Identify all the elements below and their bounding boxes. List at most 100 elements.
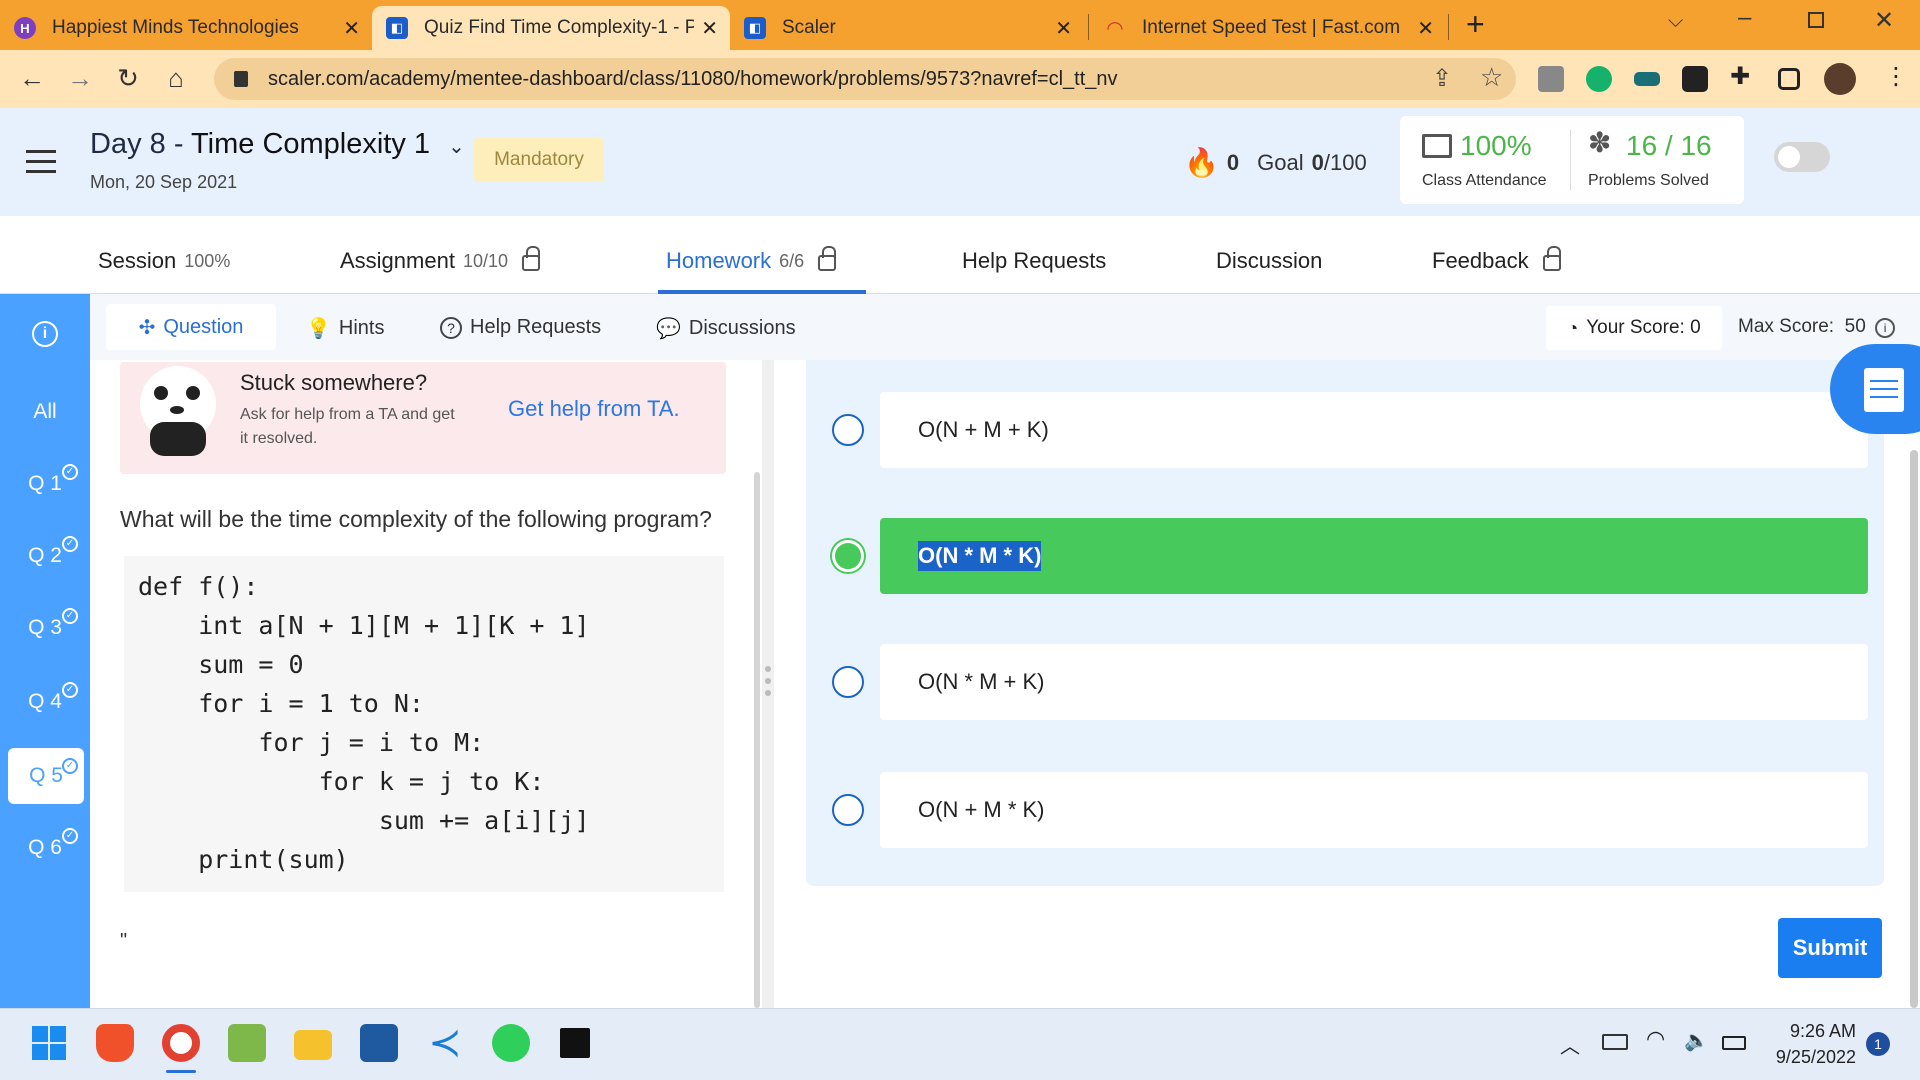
- share-icon[interactable]: ⇪: [1432, 64, 1452, 93]
- question-label: Q 5: [29, 764, 63, 787]
- system-clock[interactable]: 9:26 AM 9/25/2022: [1760, 1018, 1856, 1070]
- chrome-menu-icon[interactable]: ⋮: [1884, 62, 1908, 91]
- option-1[interactable]: O(N + M + K): [880, 392, 1868, 468]
- option-radio[interactable]: [832, 794, 864, 826]
- close-tab-icon[interactable]: ✕: [343, 16, 360, 41]
- chevron-down-icon[interactable]: ⌄: [448, 136, 465, 158]
- vscode-icon[interactable]: ≺: [426, 1023, 464, 1063]
- puzzle-icon: ✣: [138, 316, 156, 339]
- close-tab-icon[interactable]: ✕: [1417, 16, 1434, 41]
- happiest-minds-favicon-icon: H: [14, 17, 36, 39]
- browser-tab-scaler[interactable]: ◧ Scaler ✕: [730, 6, 1084, 50]
- tab-label: Discussion: [1216, 248, 1323, 273]
- panel-resize-handle[interactable]: [762, 360, 774, 1008]
- option-2[interactable]: O(N * M * K): [880, 518, 1868, 594]
- attendance-value: 100%: [1460, 130, 1532, 161]
- option-radio[interactable]: [832, 666, 864, 698]
- grammarly-extension-icon[interactable]: [1586, 66, 1612, 92]
- minimize-icon[interactable]: –: [1738, 4, 1751, 32]
- camera-extension-icon[interactable]: [1538, 66, 1564, 92]
- attendance-icon: [1422, 134, 1452, 158]
- windows-start-icon[interactable]: [30, 1024, 68, 1062]
- browser-tab-happiest-minds[interactable]: H Happiest Minds Technologies ✕: [0, 6, 372, 50]
- wifi-icon[interactable]: ◠: [1646, 1026, 1665, 1052]
- subtab-question[interactable]: ✣ Question: [106, 304, 276, 350]
- omnibox[interactable]: scaler.com/academy/mentee-dashboard/clas…: [214, 58, 1516, 100]
- get-help-link[interactable]: Get help from TA.: [508, 396, 680, 422]
- tab-title: Scaler: [782, 17, 836, 38]
- keyboard-icon[interactable]: [1602, 1034, 1628, 1050]
- restore-icon[interactable]: [1808, 12, 1824, 28]
- window-close-icon[interactable]: ✕: [1874, 6, 1894, 35]
- tab-feedback[interactable]: Feedback: [1432, 246, 1561, 274]
- check-circle-icon: ✓: [62, 682, 78, 698]
- right-scrollbar[interactable]: [1910, 450, 1918, 1008]
- info-icon[interactable]: i: [1875, 318, 1896, 338]
- class-date: Mon, 20 Sep 2021: [90, 172, 238, 192]
- forward-arrow-icon[interactable]: →: [64, 62, 96, 94]
- sidebar-item-q5[interactable]: Q 5 ✓: [8, 748, 84, 804]
- option-radio-selected[interactable]: [832, 540, 864, 572]
- notes-button[interactable]: [1830, 344, 1920, 434]
- tab-search-chevron-icon[interactable]: ⌵: [1668, 10, 1683, 33]
- file-explorer-icon[interactable]: [294, 1030, 332, 1060]
- back-arrow-icon[interactable]: ←: [16, 62, 48, 94]
- option-4[interactable]: O(N + M * K): [880, 772, 1868, 848]
- left-scrollbar[interactable]: [754, 472, 760, 1008]
- subtab-hints[interactable]: 💡 Hints: [306, 316, 384, 341]
- whatsapp-icon[interactable]: [492, 1024, 530, 1062]
- sidebar-item-q6[interactable]: Q 6 ✓: [0, 828, 90, 860]
- submit-button[interactable]: Submit: [1778, 918, 1882, 978]
- code-line: sum = 0: [138, 650, 304, 679]
- tab-homework[interactable]: Homework 6/6: [666, 246, 837, 274]
- tab-assignment[interactable]: Assignment 10/10: [340, 246, 540, 274]
- subtab-help-requests[interactable]: ? Help Requests: [440, 316, 601, 339]
- chevron-up-icon[interactable]: ︿: [1560, 1030, 1580, 1059]
- new-tab-button[interactable]: +: [1466, 6, 1485, 43]
- subtab-discussions[interactable]: 💬 Discussions: [656, 316, 796, 341]
- bookmark-star-icon[interactable]: ☆: [1480, 62, 1503, 93]
- reload-icon[interactable]: ↻: [112, 62, 144, 94]
- browser-tab-fast[interactable]: ◠ Internet Speed Test | Fast.com ✕: [1090, 6, 1446, 50]
- day-title[interactable]: Day 8 - Time Complexity 1 ⌄: [90, 128, 465, 161]
- snipping-tool-icon[interactable]: [360, 1024, 398, 1062]
- tab-separator: [1448, 14, 1449, 40]
- tab-session[interactable]: Session 100%: [98, 248, 230, 274]
- extension-icon[interactable]: [1634, 72, 1660, 86]
- home-icon[interactable]: ⌂: [160, 62, 192, 94]
- theme-toggle[interactable]: [1774, 142, 1830, 172]
- close-tab-icon[interactable]: ✕: [1055, 16, 1072, 41]
- info-button[interactable]: i: [0, 320, 90, 347]
- question-text: What will be the time complexity of the …: [120, 506, 712, 532]
- option-3[interactable]: O(N * M + K): [880, 644, 1868, 720]
- option-radio[interactable]: [832, 414, 864, 446]
- tab-help-requests[interactable]: Help Requests: [962, 248, 1106, 274]
- volume-icon[interactable]: 🔈: [1684, 1028, 1709, 1053]
- close-tab-icon[interactable]: ✕: [701, 16, 718, 41]
- intellij-icon[interactable]: [560, 1028, 590, 1058]
- tab-title: Internet Speed Test | Fast.com: [1142, 17, 1401, 38]
- side-panel-icon[interactable]: [1778, 68, 1800, 90]
- lh-extension-icon[interactable]: [1682, 66, 1708, 92]
- hamburger-menu-icon[interactable]: [26, 150, 56, 180]
- browser-tab-quiz[interactable]: ◧ Quiz Find Time Complexity-1 - Pr ✕: [372, 6, 730, 50]
- question-sidebar: i All Q 1 ✓ Q 2 ✓ Q 3 ✓ Q 4 ✓ Q 5 ✓ Q 6 ✓: [0, 294, 90, 1008]
- sidebar-item-all[interactable]: All: [0, 400, 90, 424]
- question-label: Q 3: [28, 616, 62, 639]
- notification-badge[interactable]: 1: [1866, 1032, 1890, 1056]
- brave-browser-icon[interactable]: [96, 1024, 134, 1062]
- chrome-icon[interactable]: [162, 1024, 200, 1062]
- url-text: scaler.com/academy/mentee-dashboard/clas…: [268, 67, 1118, 90]
- code-line: for i = 1 to N:: [138, 689, 424, 718]
- tab-discussion[interactable]: Discussion: [1216, 248, 1322, 274]
- sidebar-item-q2[interactable]: Q 2 ✓: [0, 536, 90, 568]
- sidebar-item-q3[interactable]: Q 3 ✓: [0, 608, 90, 640]
- notepad-app-icon[interactable]: [228, 1024, 266, 1062]
- sidebar-item-q1[interactable]: Q 1 ✓: [0, 464, 90, 496]
- battery-icon[interactable]: [1722, 1036, 1746, 1050]
- option-label: O(N + M + K): [918, 417, 1049, 442]
- profile-avatar[interactable]: [1824, 63, 1856, 95]
- main-tabs: Session 100% Assignment 10/10 Homework 6/6 …: [0, 216, 1920, 294]
- sidebar-item-q4[interactable]: Q 4 ✓: [0, 682, 90, 714]
- puzzle-extensions-icon[interactable]: ✚: [1730, 62, 1756, 90]
